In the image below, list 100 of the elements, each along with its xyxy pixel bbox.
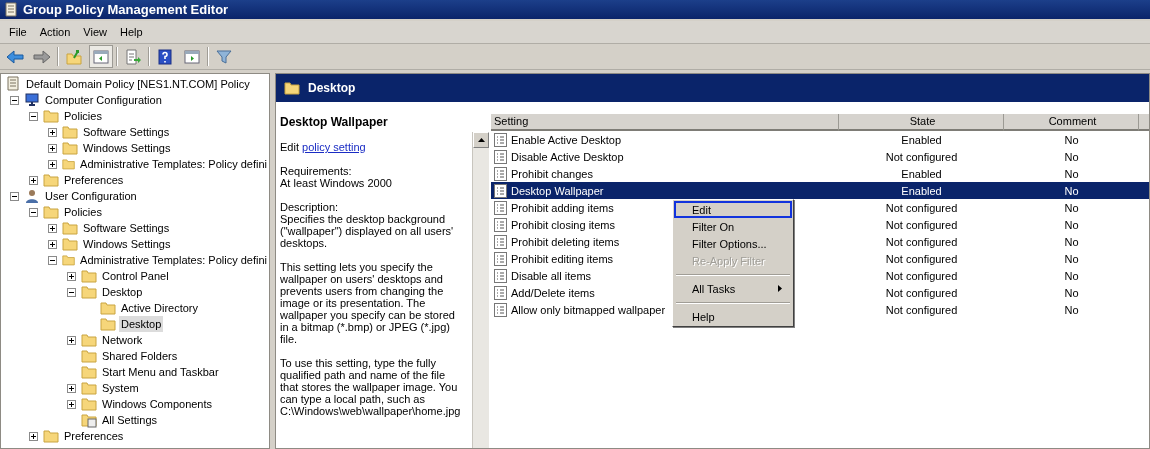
comment-cell: No (1064, 133, 1079, 146)
help-icon (157, 48, 173, 65)
up-arrow-icon (477, 138, 485, 142)
folder-icon (81, 380, 97, 396)
setting-name[interactable]: Prohibit closing items (511, 218, 615, 231)
tree-item[interactable]: Control Panel (100, 268, 171, 284)
scroll-up-button[interactable] (473, 132, 489, 148)
tree-item[interactable]: Shared Folders (100, 348, 180, 364)
tree-item[interactable]: Preferences (62, 428, 126, 444)
comment-cell: No (1064, 286, 1079, 299)
setting-name[interactable]: Add/Delete items (511, 286, 595, 299)
comment-cell: No (1064, 184, 1079, 197)
setting-name[interactable]: Prohibit adding items (511, 201, 614, 214)
folder-icon (43, 428, 59, 444)
user-icon (24, 188, 40, 204)
comment-cell: No (1064, 235, 1079, 248)
tree-item[interactable]: Administrative Templates: Policy defini (78, 252, 269, 268)
expand-icon[interactable] (29, 431, 38, 441)
menu-item[interactable]: Action (34, 24, 79, 40)
folder-icon (100, 300, 116, 316)
description-heading: Desktop Wallpaper (280, 116, 389, 128)
folder-icon (43, 108, 59, 124)
tree-item[interactable]: Network (100, 332, 145, 348)
expand-icon[interactable] (48, 223, 57, 233)
expand-icon[interactable] (67, 399, 76, 409)
expand-icon[interactable] (48, 143, 57, 153)
folder-icon (62, 236, 78, 252)
tree-item[interactable]: System (100, 380, 141, 396)
menu-item[interactable]: Edit (674, 201, 792, 218)
selected-row[interactable]: Desktop Wallpaper Enabled No (491, 182, 1149, 199)
description-text: Description: Specifies the desktop background ("wallpaper") displayed on all users' desktops. (280, 201, 455, 249)
submenu-arrow-icon (778, 285, 782, 292)
tree-item[interactable]: Software Settings (81, 124, 172, 140)
scroll-icon (5, 76, 21, 92)
tree-item[interactable]: Software Settings (81, 220, 172, 236)
column-header[interactable]: State (839, 114, 1004, 131)
tree-item[interactable]: Desktop (100, 284, 145, 300)
tree-item[interactable]: All Settings (100, 412, 160, 428)
setting-icon (494, 166, 507, 181)
setting-name[interactable]: Prohibit changes (511, 167, 593, 180)
action-pane-icon (184, 48, 200, 65)
expand-icon[interactable] (48, 127, 57, 137)
menu-item[interactable]: View (78, 24, 115, 40)
state-cell: Not configured (885, 286, 958, 299)
description-text: To use this setting, type the fully qualified path and name of the file that stores the wallpaper image. You can type a local path, such as C:\Windows\web\wallpaper\home.jpg (280, 357, 462, 417)
setting-name[interactable]: Disable all items (511, 269, 592, 282)
collapse-icon[interactable] (10, 95, 19, 105)
expand-icon[interactable] (29, 175, 38, 185)
tree-item[interactable]: Start Menu and Taskbar (100, 364, 221, 380)
column-header[interactable]: Comment (1004, 114, 1139, 131)
collapse-icon[interactable] (29, 111, 38, 121)
setting-name[interactable]: Disable Active Desktop (511, 150, 624, 163)
tree-item[interactable]: Windows Settings (81, 236, 173, 252)
tree-item[interactable]: Policies (62, 204, 104, 220)
console-tree-icon (93, 48, 109, 65)
tree-item[interactable]: Computer Configuration (43, 92, 164, 108)
column-header[interactable]: Setting (491, 114, 839, 131)
menu-item[interactable]: All Tasks (674, 280, 792, 297)
empty-column-header (1139, 114, 1149, 131)
tree-item[interactable]: Administrative Templates: Policy defini (78, 156, 269, 172)
expand-icon[interactable] (48, 159, 57, 169)
setting-icon (494, 285, 507, 300)
tree-item[interactable]: User Configuration (43, 188, 139, 204)
folder-icon (81, 332, 97, 348)
tree-item[interactable]: Active Directory (119, 300, 201, 316)
filter-icon (216, 48, 232, 65)
tree-item[interactable]: Windows Components (100, 396, 215, 412)
setting-icon (494, 234, 507, 249)
expand-icon[interactable] (67, 383, 76, 393)
menu-item[interactable]: Filter On (674, 218, 792, 235)
collapse-icon[interactable] (10, 191, 19, 201)
state-cell: Not configured (885, 201, 958, 214)
collapse-icon[interactable] (67, 287, 76, 297)
folder-icon (62, 156, 76, 172)
description-text: This setting lets you specify the wallpaper on users' desktops and prevents users from changing the image or its presentation. The wallpaper you specify can be stored in a bitmap (*.bmp) or JPEG (*.jpg) file. (280, 261, 456, 345)
menu-item[interactable]: Filter Options... (674, 235, 792, 252)
settings-icon (81, 412, 97, 428)
collapse-icon[interactable] (29, 207, 38, 217)
comment-cell: No (1064, 150, 1079, 163)
tree-item[interactable]: Preferences (62, 172, 126, 188)
expand-icon[interactable] (67, 335, 76, 345)
tree-item[interactable]: Default Domain Policy [NES1.NT.COM] Policy (24, 76, 252, 92)
setting-name[interactable]: Desktop Wallpaper (511, 184, 604, 197)
setting-name[interactable]: Prohibit deleting items (511, 235, 620, 248)
expand-icon[interactable] (48, 239, 57, 249)
menu-item[interactable]: Help (674, 308, 792, 325)
expand-icon[interactable] (67, 271, 76, 281)
setting-name[interactable]: Enable Active Desktop (511, 133, 622, 146)
tree-item[interactable]: Windows Settings (81, 140, 173, 156)
collapse-icon[interactable] (48, 255, 57, 265)
menu-item[interactable]: File (4, 24, 35, 40)
edit-label: Edit (280, 141, 299, 153)
tree-item[interactable]: Desktop (119, 316, 164, 332)
state-cell: Not configured (885, 150, 958, 163)
tree-item[interactable]: Policies (62, 108, 104, 124)
menu-item[interactable]: Help (114, 24, 151, 40)
setting-name[interactable]: Allow only bitmapped wallpaper (511, 303, 666, 316)
folder-icon (81, 348, 97, 364)
setting-name[interactable]: Prohibit editing items (511, 252, 614, 265)
policy-setting-link[interactable]: policy setting (302, 141, 366, 153)
